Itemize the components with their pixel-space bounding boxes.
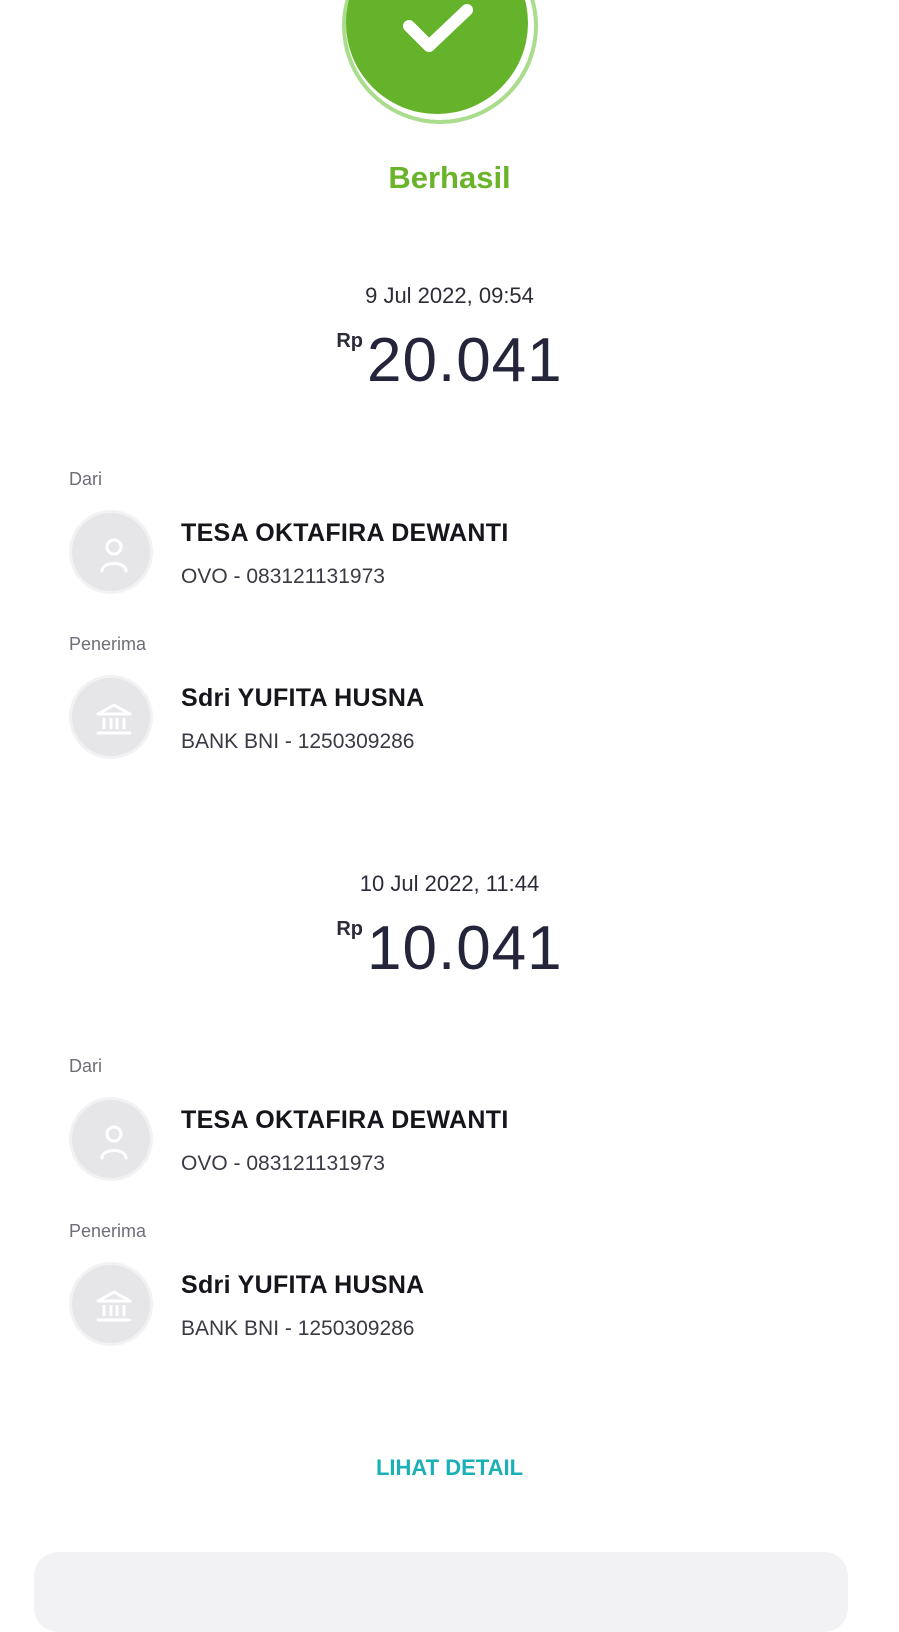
transaction-amount: Rp10.041 (0, 918, 899, 980)
recipient-account: BANK BNI - 1250309286 (181, 1317, 415, 1340)
currency-label: Rp (336, 330, 364, 352)
sender-avatar (69, 510, 153, 594)
recipient-label: Penerima (69, 634, 147, 654)
recipient-account: BANK BNI - 1250309286 (181, 730, 415, 753)
recipient-name: Sdri YUFITA HUSNA (181, 1271, 425, 1299)
sender-avatar (69, 1097, 153, 1181)
transaction-datetime: 9 Jul 2022, 09:54 (365, 283, 534, 308)
amount-value: 10.041 (367, 914, 563, 983)
status-label: Berhasil (388, 160, 511, 195)
bank-icon (96, 1290, 132, 1322)
view-detail-link[interactable]: LIHAT DETAIL (0, 1455, 899, 1481)
bottom-action-card (34, 1552, 848, 1632)
sender-account: OVO - 083121131973 (181, 565, 385, 588)
from-label: Dari (69, 1056, 103, 1076)
recipient-name: Sdri YUFITA HUSNA (181, 684, 425, 712)
transaction-amount: Rp20.041 (0, 330, 899, 392)
currency-label: Rp (336, 918, 364, 940)
sender-name: TESA OKTAFIRA DEWANTI (181, 519, 509, 547)
transaction-datetime: 10 Jul 2022, 11:44 (359, 871, 540, 896)
amount-value: 20.041 (367, 326, 563, 395)
user-icon (100, 1125, 128, 1160)
sender-name: TESA OKTAFIRA DEWANTI (181, 1106, 509, 1134)
recipient-avatar (69, 675, 153, 759)
sender-account: OVO - 083121131973 (181, 1152, 385, 1175)
bank-icon (96, 703, 132, 735)
from-label: Dari (69, 469, 103, 489)
checkmark-icon (403, 4, 473, 52)
recipient-label: Penerima (69, 1221, 147, 1241)
recipient-avatar (69, 1262, 153, 1346)
user-icon (100, 538, 128, 573)
